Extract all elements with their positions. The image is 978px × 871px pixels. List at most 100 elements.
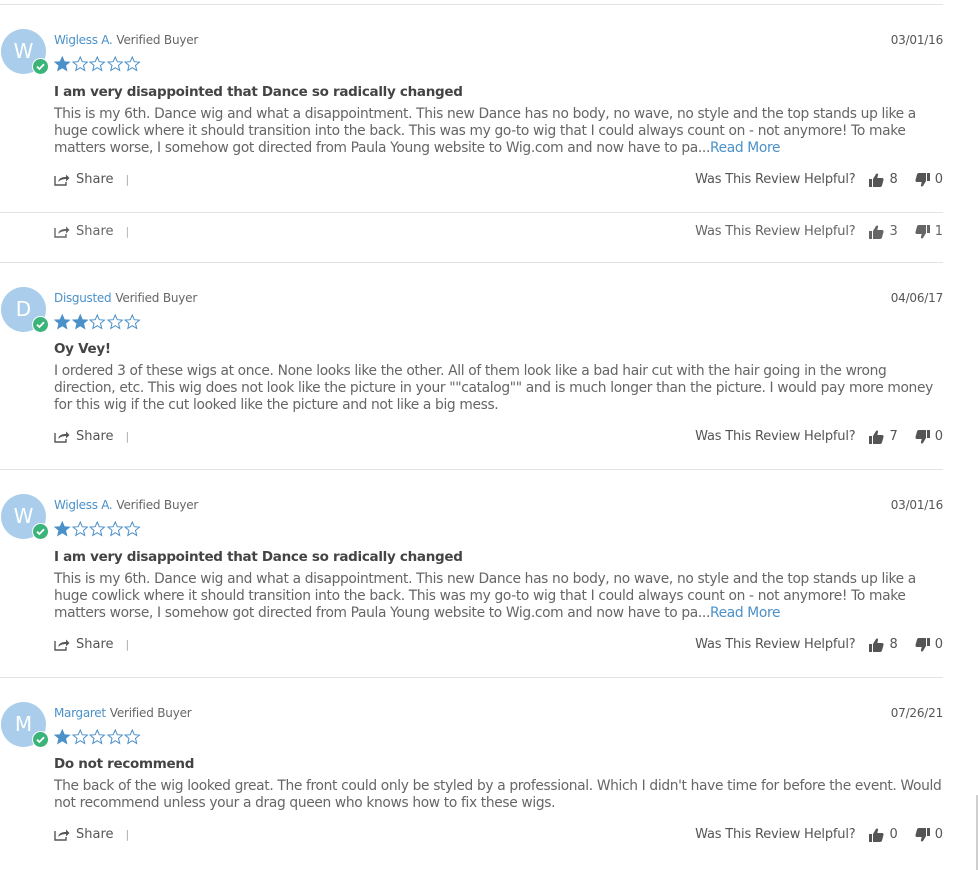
- share-label: Share: [76, 429, 114, 444]
- thumbs-down-button[interactable]: 0: [915, 172, 943, 187]
- review-date: 07/26/21: [890, 706, 943, 720]
- share-button[interactable]: Share |: [54, 224, 129, 239]
- star-empty-icon: [89, 314, 106, 330]
- review-body: This is my 6th. Dance wig and what a dis…: [54, 106, 944, 157]
- review-date: 03/01/16: [890, 33, 943, 47]
- helpful-votes: Was This Review Helpful? 8 0: [695, 637, 943, 652]
- thumbs-down-icon: [915, 637, 930, 652]
- review-body: I ordered 3 of these wigs at once. None …: [54, 363, 944, 414]
- thumbs-down-icon: [915, 172, 930, 187]
- review-date: 03/01/16: [890, 498, 943, 512]
- helpful-label: Was This Review Helpful?: [695, 637, 856, 652]
- review-text: The back of the wig looked great. The fr…: [54, 778, 942, 811]
- star-empty-icon: [71, 521, 88, 537]
- reviewer-meta: Wigless A. Verified Buyer: [54, 498, 198, 512]
- share-label: Share: [76, 224, 114, 239]
- star-rating: [54, 56, 141, 72]
- review-title: Do not recommend: [54, 756, 195, 772]
- verified-buyer-label: Verified Buyer: [109, 706, 192, 720]
- thumbs-up-button[interactable]: 7: [869, 429, 898, 444]
- thumbs-down-button[interactable]: 1: [915, 224, 943, 239]
- star-empty-icon: [124, 729, 141, 745]
- share-label: Share: [76, 172, 114, 187]
- star-empty-icon: [89, 729, 106, 745]
- star-empty-icon: [106, 314, 123, 330]
- separator: |: [125, 225, 130, 238]
- review-title: Oy Vey!: [54, 341, 111, 357]
- reviewer-name[interactable]: Wigless A.: [54, 498, 113, 512]
- star-rating: [54, 314, 141, 330]
- separator: |: [125, 828, 130, 841]
- share-icon: [54, 226, 70, 238]
- reviewer-name[interactable]: Disgusted: [54, 291, 112, 305]
- review-title: I am very disappointed that Dance so rad…: [54, 84, 463, 100]
- share-button[interactable]: Share |: [54, 429, 129, 444]
- share-icon: [54, 174, 70, 186]
- review-date: 04/06/17: [890, 291, 943, 305]
- review-text: This is my 6th. Dance wig and what a dis…: [54, 106, 916, 156]
- thumbs-up-button[interactable]: 8: [869, 637, 898, 652]
- star-empty-icon: [89, 56, 106, 72]
- separator: |: [125, 638, 130, 651]
- star-empty-icon: [71, 56, 88, 72]
- star-rating: [54, 521, 141, 537]
- star-filled-icon: [54, 521, 71, 537]
- share-button[interactable]: Share |: [54, 172, 129, 187]
- star-empty-icon: [106, 521, 123, 537]
- verified-check-icon: [32, 731, 49, 748]
- share-icon: [54, 829, 70, 841]
- separator: |: [125, 173, 130, 186]
- verified-check-icon: [32, 316, 49, 333]
- share-button[interactable]: Share |: [54, 637, 129, 652]
- share-icon: [54, 639, 70, 651]
- read-more-link[interactable]: Read More: [710, 605, 780, 621]
- thumbs-down-icon: [915, 224, 930, 239]
- share-button[interactable]: Share |: [54, 827, 129, 842]
- review-actions: Share | Was This Review Helpful? 0 0: [54, 827, 943, 845]
- thumbs-up-button[interactable]: 0: [869, 827, 898, 842]
- reviewer-name[interactable]: Wigless A.: [54, 33, 113, 47]
- thumbs-down-button[interactable]: 0: [915, 429, 943, 444]
- star-filled-icon: [54, 314, 71, 330]
- thumbs-down-button[interactable]: 0: [915, 637, 943, 652]
- divider: [0, 4, 943, 5]
- helpful-votes: Was This Review Helpful? 8 0: [695, 172, 943, 187]
- helpful-label: Was This Review Helpful?: [695, 429, 856, 444]
- thumbs-up-count: 3: [889, 224, 898, 239]
- thumbs-up-icon: [869, 827, 885, 842]
- thumbs-down-button[interactable]: 0: [915, 827, 943, 842]
- separator: |: [125, 430, 130, 443]
- star-rating: [54, 729, 141, 745]
- reviewer-meta: Disgusted Verified Buyer: [54, 291, 197, 305]
- helpful-votes: Was This Review Helpful? 0 0: [695, 827, 943, 842]
- review-text: This is my 6th. Dance wig and what a dis…: [54, 571, 916, 621]
- thumbs-up-button[interactable]: 8: [869, 172, 898, 187]
- helpful-label: Was This Review Helpful?: [695, 224, 856, 239]
- divider: [0, 677, 943, 678]
- divider: [0, 262, 943, 263]
- star-empty-icon: [124, 56, 141, 72]
- thumbs-down-count: 0: [934, 429, 943, 444]
- review-body: The back of the wig looked great. The fr…: [54, 778, 944, 812]
- thumbs-up-count: 8: [889, 637, 898, 652]
- read-more-link[interactable]: Read More: [710, 140, 780, 156]
- review-title: I am very disappointed that Dance so rad…: [54, 549, 463, 565]
- star-empty-icon: [106, 729, 123, 745]
- reviewer-name[interactable]: Margaret: [54, 706, 106, 720]
- helpful-votes: Was This Review Helpful? 7 0: [695, 429, 943, 444]
- review-actions: Share | Was This Review Helpful? 8 0: [54, 172, 943, 190]
- review-ellipsis: ...: [697, 605, 710, 621]
- thumbs-up-button[interactable]: 3: [869, 224, 898, 239]
- thumbs-down-count: 0: [934, 637, 943, 652]
- star-filled-icon: [54, 56, 71, 72]
- star-filled-icon: [54, 729, 71, 745]
- helpful-label: Was This Review Helpful?: [695, 172, 856, 187]
- thumbs-up-icon: [869, 224, 885, 239]
- review-body: This is my 6th. Dance wig and what a dis…: [54, 571, 944, 622]
- star-empty-icon: [106, 56, 123, 72]
- star-empty-icon: [124, 521, 141, 537]
- verified-check-icon: [32, 58, 49, 75]
- reviewer-meta: Wigless A. Verified Buyer: [54, 33, 198, 47]
- thumbs-up-icon: [869, 429, 885, 444]
- star-filled-icon: [71, 314, 88, 330]
